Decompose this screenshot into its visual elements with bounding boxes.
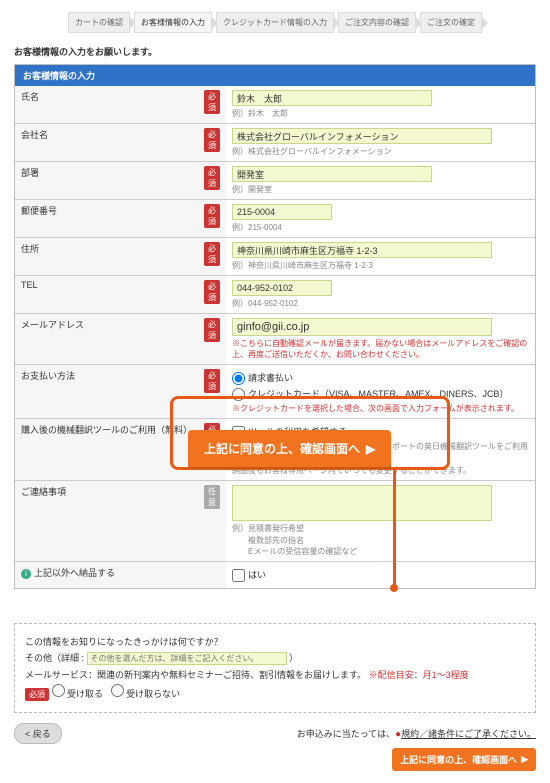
label-tel: TEL — [15, 276, 198, 314]
name-input[interactable] — [232, 90, 432, 106]
callout-connector-line — [393, 468, 396, 588]
confirm-button[interactable]: 上記に同意の上、確認画面へ ▶ — [392, 748, 536, 771]
label-dept: 部署 — [15, 162, 198, 200]
step-card: クレジットカード情報の入力 — [216, 12, 334, 33]
mail-input[interactable] — [232, 318, 492, 336]
survey-mailservice: メールサービス：関連の新刊案内や無料セミナーご招待、割引情報をお届けします。 — [25, 670, 366, 680]
label-addr: 住所 — [15, 238, 198, 276]
mailservice-yes-radio[interactable] — [52, 684, 65, 697]
label-company: 会社名 — [15, 124, 198, 162]
mt-note2: 納品後もお客様専用ページ内でいつでも変更することができます。 — [232, 465, 529, 476]
step-complete: ご注文の確定 — [420, 12, 482, 33]
required-badge: 必須 — [204, 128, 220, 152]
addr-input[interactable] — [232, 242, 492, 258]
msg-hint: 例）見積書発行希望 複数部先の指名 Eメールの受信容量の確認など — [232, 523, 529, 557]
mailservice-yes-label: 受け取る — [67, 689, 103, 699]
confirm-button-callout[interactable]: 上記に同意の上、確認画面へ ▶ — [188, 430, 391, 467]
required-badge: 必須 — [25, 688, 49, 701]
tel-hint: 例）044-952-0102 — [232, 298, 529, 309]
label-pay: お支払い方法 — [15, 365, 198, 419]
optional-badge: 任意 — [204, 485, 220, 509]
confirm-button-label: 上記に同意の上、確認画面へ — [400, 753, 517, 766]
name-hint: 例）鈴木 太郎 — [232, 108, 529, 119]
required-badge: 必須 — [204, 242, 220, 266]
agree-text: お申込みに当たっては、●規約／諸条件にご了承ください。 — [297, 729, 536, 739]
chevron-right-icon: ▶ — [366, 442, 375, 456]
other-dest-label: はい — [248, 570, 266, 580]
label-zip: 郵便番号 — [15, 200, 198, 238]
zip-hint: 例）215-0004 — [232, 222, 529, 233]
progress-steps: カートの確認 お客様情報の入力 クレジットカード情報の入力 ご注文内容の確認 ご… — [14, 12, 536, 33]
mail-warning: ※こちらに自動確認メールが届きます。届かない場合はメールアドレスをご確認の上、再… — [232, 338, 529, 360]
label-other: i上記以外へ納品する — [15, 561, 198, 588]
back-button[interactable]: < 戻る — [14, 723, 62, 744]
pay-invoice-radio[interactable] — [232, 372, 245, 385]
pay-card-radio[interactable] — [232, 388, 245, 401]
required-badge: 必須 — [204, 90, 220, 114]
tel-input[interactable] — [232, 280, 332, 296]
required-badge: 必須 — [204, 166, 220, 190]
msg-textarea[interactable] — [232, 485, 492, 521]
survey-other-label: その他（詳細 : — [25, 653, 84, 663]
dept-input[interactable] — [232, 166, 432, 182]
info-icon: i — [21, 569, 31, 579]
company-hint: 例）株式会社グローバルインフォメーション — [232, 146, 529, 157]
survey-question: この情報をお知りになったきっかけは何ですか？ — [25, 635, 525, 648]
confirm-button-callout-label: 上記に同意の上、確認画面へ — [204, 440, 360, 457]
mailservice-no-label: 受け取らない — [126, 689, 180, 699]
zip-input[interactable] — [232, 204, 332, 220]
required-badge: 必須 — [204, 204, 220, 228]
customer-form-panel: お客様情報の入力 氏名 必須 例）鈴木 太郎 会社名 必須 例）株式会社グローバ… — [14, 64, 536, 589]
step-confirm: ご注文内容の確認 — [338, 12, 416, 33]
callout-connector-dot — [390, 584, 398, 592]
pay-invoice-label: 請求書払い — [248, 373, 293, 383]
company-input[interactable] — [232, 128, 492, 144]
label-mt: 購入後の機械翻訳ツールのご利用（無料） — [15, 419, 198, 481]
survey-mailfreq: ※配信目安：月1〜3程度 — [369, 670, 469, 680]
label-name: 氏名 — [15, 86, 198, 124]
survey-other-close: ） — [289, 653, 298, 663]
label-msg: ご連絡事項 — [15, 481, 198, 562]
other-dest-checkbox[interactable] — [232, 569, 245, 582]
pay-warning: ※クレジットカードを選択した場合、次の画面で入力フォームが表示されます。 — [232, 403, 529, 414]
dept-hint: 例）開発室 — [232, 184, 529, 195]
step-customer: お客様情報の入力 — [134, 12, 212, 33]
required-badge: 必須 — [204, 318, 220, 342]
intro-text: お客様情報の入力をお願いします。 — [14, 45, 536, 58]
step-cart: カートの確認 — [68, 12, 130, 33]
required-badge: 必須 — [204, 369, 220, 393]
label-mail: メールアドレス — [15, 314, 198, 365]
pay-card-label: クレジットカード（VISA、MASTER、AMEX、DINERS、JCB） — [248, 389, 509, 399]
required-badge: 必須 — [204, 280, 220, 304]
panel-title: お客様情報の入力 — [15, 65, 535, 86]
terms-link[interactable]: 規約／諸条件にご了承ください。 — [401, 729, 536, 739]
mailservice-no-radio[interactable] — [111, 684, 124, 697]
addr-hint: 例）神奈川県川崎市麻生区万福寺 1-2-3 — [232, 260, 529, 271]
survey-other-input[interactable] — [87, 652, 287, 665]
survey-box: この情報をお知りになったきっかけは何ですか？ その他（詳細 : ） メールサービ… — [14, 623, 536, 713]
chevron-right-icon: ▶ — [521, 754, 528, 765]
